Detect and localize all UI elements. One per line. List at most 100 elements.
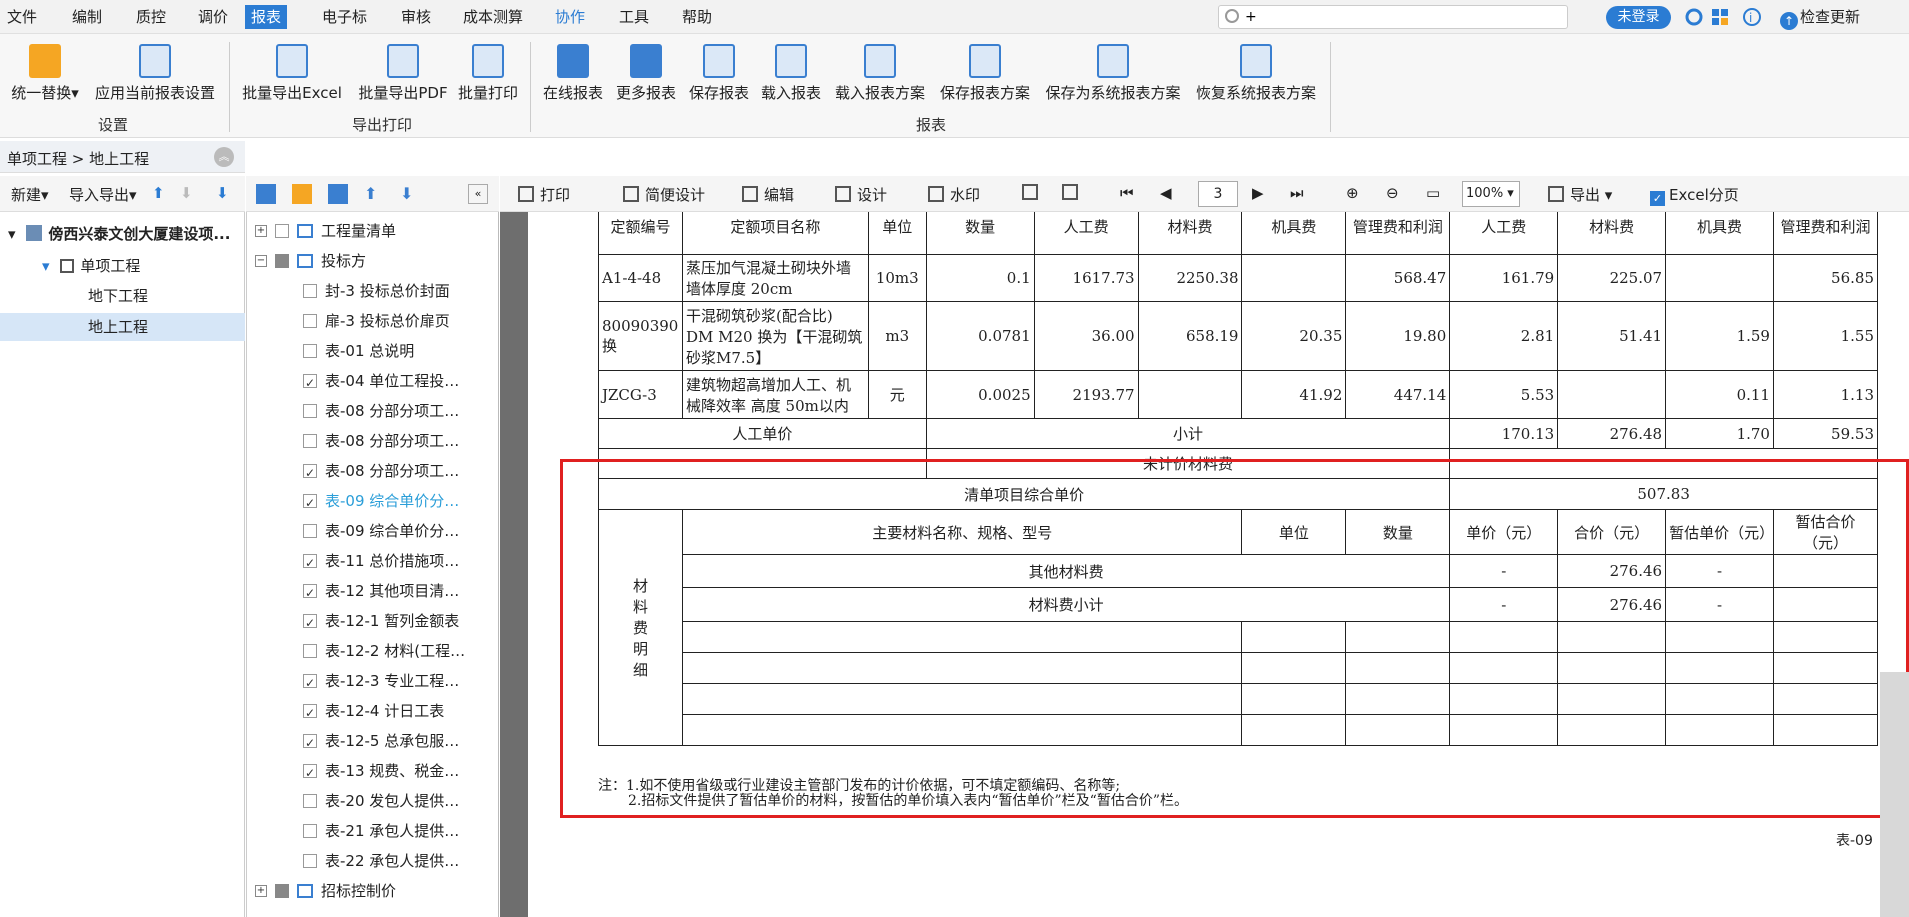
last-page-icon[interactable]: ⏭ [1290,184,1304,202]
expand-icon[interactable]: + [255,225,267,237]
report-item-selected[interactable]: 表-09 综合单价分… [303,486,459,518]
load-scheme-button[interactable]: 载入报表方案 [832,44,928,103]
report-item[interactable]: 表-20 发包人提供… [303,786,459,816]
report-item[interactable]: 表-08 分部分项工… [303,396,459,426]
unify-replace-button[interactable]: 统一替换▾ [8,44,82,103]
report-group-control[interactable]: + 招标控制价 [255,876,396,906]
report-item[interactable]: 表-12-5 总承包服… [303,726,459,758]
save-system-scheme-button[interactable]: 保存为系统报表方案 [1043,44,1183,103]
double-page-icon[interactable] [1062,184,1084,202]
move-up-icon[interactable]: ⬆ [152,184,165,202]
checkbox[interactable] [303,524,317,538]
report-item[interactable]: 表-08 分部分项工… [303,426,459,456]
search-input[interactable] [1245,7,1555,27]
report-item[interactable]: 封-3 投标总价封面 [303,276,450,306]
export-button[interactable]: 导出 ▾ [1548,184,1612,205]
online-report-button[interactable]: 在线报表 [541,44,605,103]
menu-report[interactable]: 报表 [245,5,288,29]
apply-report-settings-button[interactable]: 应用当前报表设置 [92,44,218,103]
checkbox[interactable] [303,488,317,518]
checkbox[interactable] [303,824,317,838]
checkbox[interactable] [303,668,317,698]
checkbox[interactable] [303,728,317,758]
edit-button[interactable]: 编辑 [742,184,794,205]
checkbox[interactable] [303,578,317,608]
checkbox[interactable] [303,548,317,578]
add-folder-icon[interactable] [292,184,312,204]
save-scheme-button[interactable]: 保存报表方案 [937,44,1033,103]
zoom-select[interactable]: 100% ▾ [1462,181,1520,207]
add-report-icon[interactable] [256,184,276,204]
up-icon[interactable]: ⬆ [364,184,384,204]
collapse-node-icon[interactable]: − [255,255,267,267]
login-badge[interactable]: 未登录 [1606,6,1671,29]
checkbox[interactable] [303,344,317,358]
menu-collab[interactable]: 协作 [555,5,585,29]
menu-tools[interactable]: 工具 [619,5,649,29]
check-update-button[interactable]: ↑ 检查更新 [1780,6,1860,30]
menu-help[interactable]: 帮助 [682,5,712,29]
single-page-icon[interactable] [1022,184,1044,202]
report-item[interactable]: 表-13 规费、税金… [303,756,459,788]
checkbox[interactable] [303,284,317,298]
page-input[interactable]: 3 [1198,181,1238,207]
export-excel-button[interactable]: 批量导出Excel [242,44,342,103]
next-page-icon[interactable]: ▶ [1252,184,1264,202]
info-icon[interactable]: i [1742,6,1764,28]
restore-system-scheme-button[interactable]: 恢复系统报表方案 [1192,44,1320,103]
move-down-icon[interactable]: ⬇ [180,184,193,202]
zoom-in-icon[interactable]: ⊕ [1346,184,1359,202]
tree-node-underground[interactable]: 地下工程 [0,282,245,310]
load-report-button[interactable]: 载入报表 [759,44,823,103]
tree-node-project[interactable]: ▾ 傍西兴泰文创大厦建设项... [0,220,245,248]
prev-page-icon[interactable]: ◀ [1160,184,1172,202]
checkbox[interactable] [275,224,289,238]
checkbox[interactable] [303,758,317,788]
checkbox[interactable] [303,794,317,808]
report-item[interactable]: 表-12-4 计日工表 [303,696,444,728]
refresh-icon[interactable] [1683,6,1705,28]
simple-design-button[interactable]: 简便设计 [623,184,705,205]
report-item[interactable]: 表-12 其他项目清… [303,576,459,608]
report-group-bidder[interactable]: − 投标方 [255,246,366,276]
design-button[interactable]: 设计 [835,184,887,205]
partial-checkbox[interactable] [275,254,289,268]
report-item[interactable]: 扉-3 投标总价扉页 [303,306,450,336]
expand-icon[interactable]: + [255,885,267,897]
new-button[interactable]: 新建▾ [11,184,49,205]
zoom-out-icon[interactable]: ⊖ [1386,184,1399,202]
checkbox[interactable] [303,434,317,448]
tree-node-single[interactable]: ▾ 单项工程 [0,252,245,280]
report-item[interactable]: 表-04 单位工程投… [303,366,459,398]
download-icon[interactable]: ⬇ [216,184,229,202]
collapse-icon[interactable]: ︽ [214,147,234,167]
checkbox[interactable] [303,458,317,488]
menu-file[interactable]: 文件 [7,5,37,29]
batch-print-button[interactable]: 批量打印 [455,44,521,103]
search-box[interactable] [1218,5,1568,29]
report-item[interactable]: 表-08 分部分项工… [303,456,459,488]
report-item[interactable]: 表-09 综合单价分… [303,516,459,546]
delete-icon[interactable] [328,184,348,204]
down-icon[interactable]: ⬇ [400,184,420,204]
report-item[interactable]: 表-22 承包人提供… [303,846,459,876]
report-item[interactable]: 表-11 总价措施项… [303,546,459,578]
collapse-panel-icon[interactable]: « [468,184,488,204]
import-export-button[interactable]: 导入导出▾ [69,184,137,205]
more-reports-button[interactable]: 更多报表 [613,44,679,103]
checkbox[interactable] [303,608,317,638]
tree-node-aboveground[interactable]: 地上工程 [0,313,245,341]
menu-cost[interactable]: 成本测算 [463,5,523,29]
checkbox[interactable] [303,698,317,728]
report-item[interactable]: 表-12-1 暂列金额表 [303,606,459,638]
menu-edit[interactable]: 编制 [72,5,102,29]
side-widget[interactable] [1880,672,1909,917]
save-report-button[interactable]: 保存报表 [687,44,751,103]
partial-checkbox[interactable] [275,884,289,898]
menu-audit[interactable]: 审核 [401,5,431,29]
checkbox[interactable] [303,854,317,868]
checkbox[interactable] [303,368,317,398]
menu-qc[interactable]: 质控 [136,5,166,29]
grid-icon[interactable] [1710,6,1732,28]
checkbox[interactable] [303,404,317,418]
